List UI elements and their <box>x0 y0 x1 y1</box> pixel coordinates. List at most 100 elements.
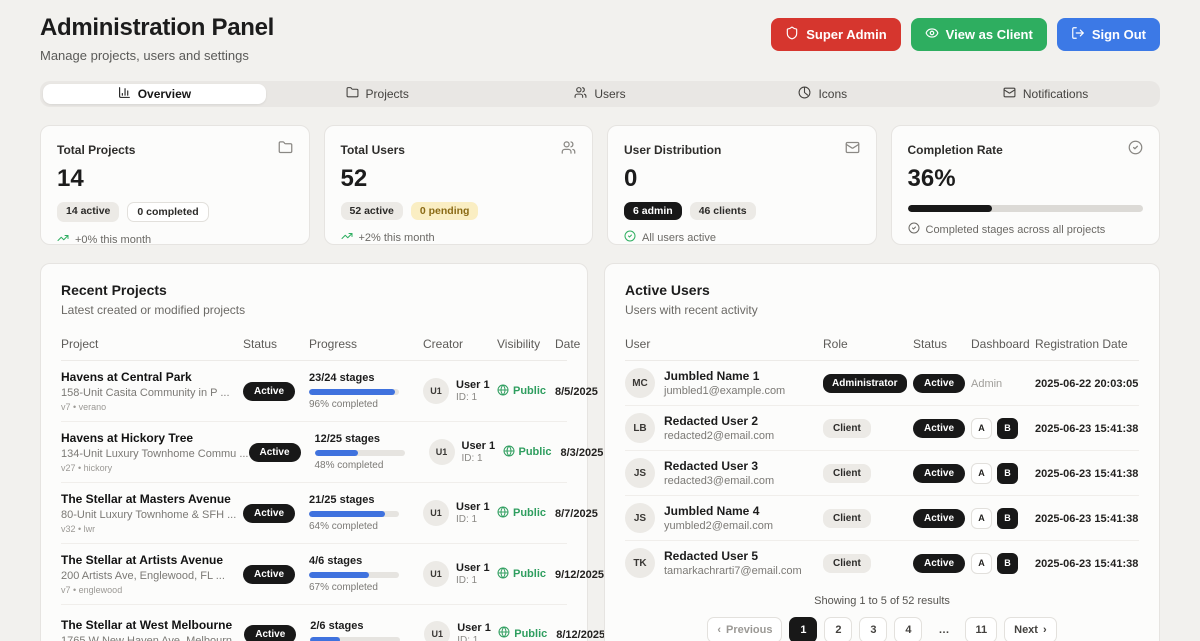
active-count-badge: 52 active <box>341 202 403 220</box>
project-description: 200 Artists Ave, Englewood, FL ... <box>61 570 243 582</box>
progress-percent-label: 48% completed <box>315 460 429 471</box>
visibility-label: Public <box>514 628 547 640</box>
role-badge: Client <box>823 419 871 438</box>
dashboard-a-button[interactable]: A <box>971 508 992 529</box>
dashboard-a-button[interactable]: A <box>971 553 992 574</box>
registration-date: 2025-06-23 15:41:38 <box>1035 513 1138 525</box>
role-badge: Client <box>823 554 871 573</box>
stat-value: 14 <box>57 165 293 193</box>
completion-progress-bar <box>908 205 1144 212</box>
progress-percent-label: 96% completed <box>309 399 423 410</box>
column-header-role: Role <box>823 337 913 351</box>
creator-name: User 1 <box>456 501 490 513</box>
table-row[interactable]: JS Redacted User 3redacted3@email.com Cl… <box>625 451 1139 496</box>
next-page-button[interactable]: Next› <box>1004 617 1057 641</box>
user-name: Jumbled Name 4 <box>664 504 773 518</box>
active-users-subtitle: Users with recent activity <box>625 303 1139 317</box>
page-button-2[interactable]: 2 <box>824 617 852 641</box>
avatar: JS <box>625 503 655 533</box>
project-date: 8/5/2025 <box>555 386 598 398</box>
project-name: The Stellar at Masters Avenue <box>61 492 243 506</box>
dashboard-b-button[interactable]: B <box>997 508 1018 529</box>
table-row[interactable]: The Stellar at West Melbourne 1765 W New… <box>61 605 567 641</box>
table-row[interactable]: TK Redacted User 5tamarkachrarti7@email.… <box>625 541 1139 585</box>
creator-id: ID: 1 <box>457 635 491 641</box>
project-name: The Stellar at West Melbourne <box>61 618 244 632</box>
project-name: The Stellar at Artists Avenue <box>61 553 243 567</box>
table-row[interactable]: LB Redacted User 2redacted2@email.com Cl… <box>625 406 1139 451</box>
project-date: 8/3/2025 <box>561 447 604 459</box>
pending-count-badge: 0 pending <box>411 202 479 220</box>
progress-fill <box>310 637 340 641</box>
mail-icon <box>1003 86 1016 102</box>
dashboard-a-button[interactable]: A <box>971 463 992 484</box>
creator-name: User 1 <box>456 379 490 391</box>
table-row[interactable]: The Stellar at Artists Avenue 200 Artist… <box>61 544 567 605</box>
dashboard-b-button[interactable]: B <box>997 553 1018 574</box>
tab-projects[interactable]: Projects <box>266 84 489 104</box>
avatar: JS <box>625 458 655 488</box>
page-button-3[interactable]: 3 <box>859 617 887 641</box>
project-description: 80-Unit Luxury Townhome & SFH ... <box>61 509 243 521</box>
active-count-badge: 14 active <box>57 202 119 222</box>
project-name: Havens at Hickory Tree <box>61 431 249 445</box>
registration-date: 2025-06-23 15:41:38 <box>1035 558 1138 570</box>
status-badge: Active <box>913 419 965 438</box>
trending-up-icon <box>57 232 69 247</box>
active-users-header-row: User Role Status Dashboard Registration … <box>625 337 1139 361</box>
shield-icon <box>785 26 799 43</box>
globe-icon <box>497 506 509 521</box>
sign-out-button[interactable]: Sign Out <box>1057 18 1160 51</box>
header-text: Administration Panel Manage projects, us… <box>40 14 274 63</box>
tab-overview[interactable]: Overview <box>43 84 266 104</box>
check-circle-icon <box>1128 140 1143 160</box>
dashboard-b-button[interactable]: B <box>997 463 1018 484</box>
table-row[interactable]: Havens at Hickory Tree 134-Unit Luxury T… <box>61 422 567 483</box>
creator-name: User 1 <box>457 622 491 634</box>
stats-row: Total Projects 14 14 active 0 completed … <box>40 125 1160 245</box>
progress-fill <box>309 572 369 578</box>
palette-icon <box>798 86 811 102</box>
registration-date: 2025-06-23 15:41:38 <box>1035 468 1138 480</box>
dashboard-a-button[interactable]: A <box>971 418 992 439</box>
column-header-registration-date: Registration Date <box>1035 337 1139 351</box>
progress-percent-label: 67% completed <box>309 582 423 593</box>
tab-notifications[interactable]: Notifications <box>934 84 1157 104</box>
results-summary: Showing 1 to 5 of 52 results <box>625 595 1139 607</box>
project-date: 8/12/2025 <box>556 629 605 641</box>
panels-row: Recent Projects Latest created or modifi… <box>40 263 1160 641</box>
super-admin-button[interactable]: Super Admin <box>771 18 900 51</box>
trending-up-icon <box>341 230 353 245</box>
stages-label: 23/24 stages <box>309 372 423 384</box>
eye-icon <box>925 26 939 43</box>
progress-percent-label: 64% completed <box>309 521 423 532</box>
dashboard-b-button[interactable]: B <box>997 418 1018 439</box>
role-badge: Administrator <box>823 374 907 393</box>
previous-label: Previous <box>726 624 772 636</box>
user-name: Redacted User 2 <box>664 414 774 428</box>
status-badge: Active <box>243 504 295 523</box>
stat-card-completion-rate: Completion Rate 36% Completed stages acr… <box>891 125 1161 245</box>
previous-page-button[interactable]: ‹ Previous <box>707 617 782 641</box>
tab-icons[interactable]: Icons <box>711 84 934 104</box>
stat-footer: +2% this month <box>359 232 435 244</box>
pages-ellipsis: … <box>929 617 958 641</box>
table-row[interactable]: JS Jumbled Name 4yumbled2@email.com Clie… <box>625 496 1139 541</box>
page-button-4[interactable]: 4 <box>894 617 922 641</box>
completed-count-badge: 0 completed <box>127 202 208 222</box>
table-row[interactable]: MC Jumbled Name 1jumbled1@example.com Ad… <box>625 361 1139 406</box>
page-header: Administration Panel Manage projects, us… <box>40 14 1160 63</box>
table-row[interactable]: Havens at Central Park 158-Unit Casita C… <box>61 361 567 422</box>
creator-id: ID: 1 <box>462 453 496 464</box>
globe-icon <box>497 567 509 582</box>
page-button-11[interactable]: 11 <box>965 617 997 641</box>
view-as-client-button[interactable]: View as Client <box>911 18 1047 51</box>
tab-users[interactable]: Users <box>489 84 712 104</box>
progress-fill <box>315 450 358 456</box>
project-description: 158-Unit Casita Community in P ... <box>61 387 243 399</box>
admin-count-badge: 6 admin <box>624 202 682 220</box>
chevron-left-icon: ‹ <box>717 624 721 636</box>
table-row[interactable]: The Stellar at Masters Avenue 80-Unit Lu… <box>61 483 567 544</box>
page-button-1[interactable]: 1 <box>789 617 817 641</box>
user-name: Jumbled Name 1 <box>664 369 785 383</box>
